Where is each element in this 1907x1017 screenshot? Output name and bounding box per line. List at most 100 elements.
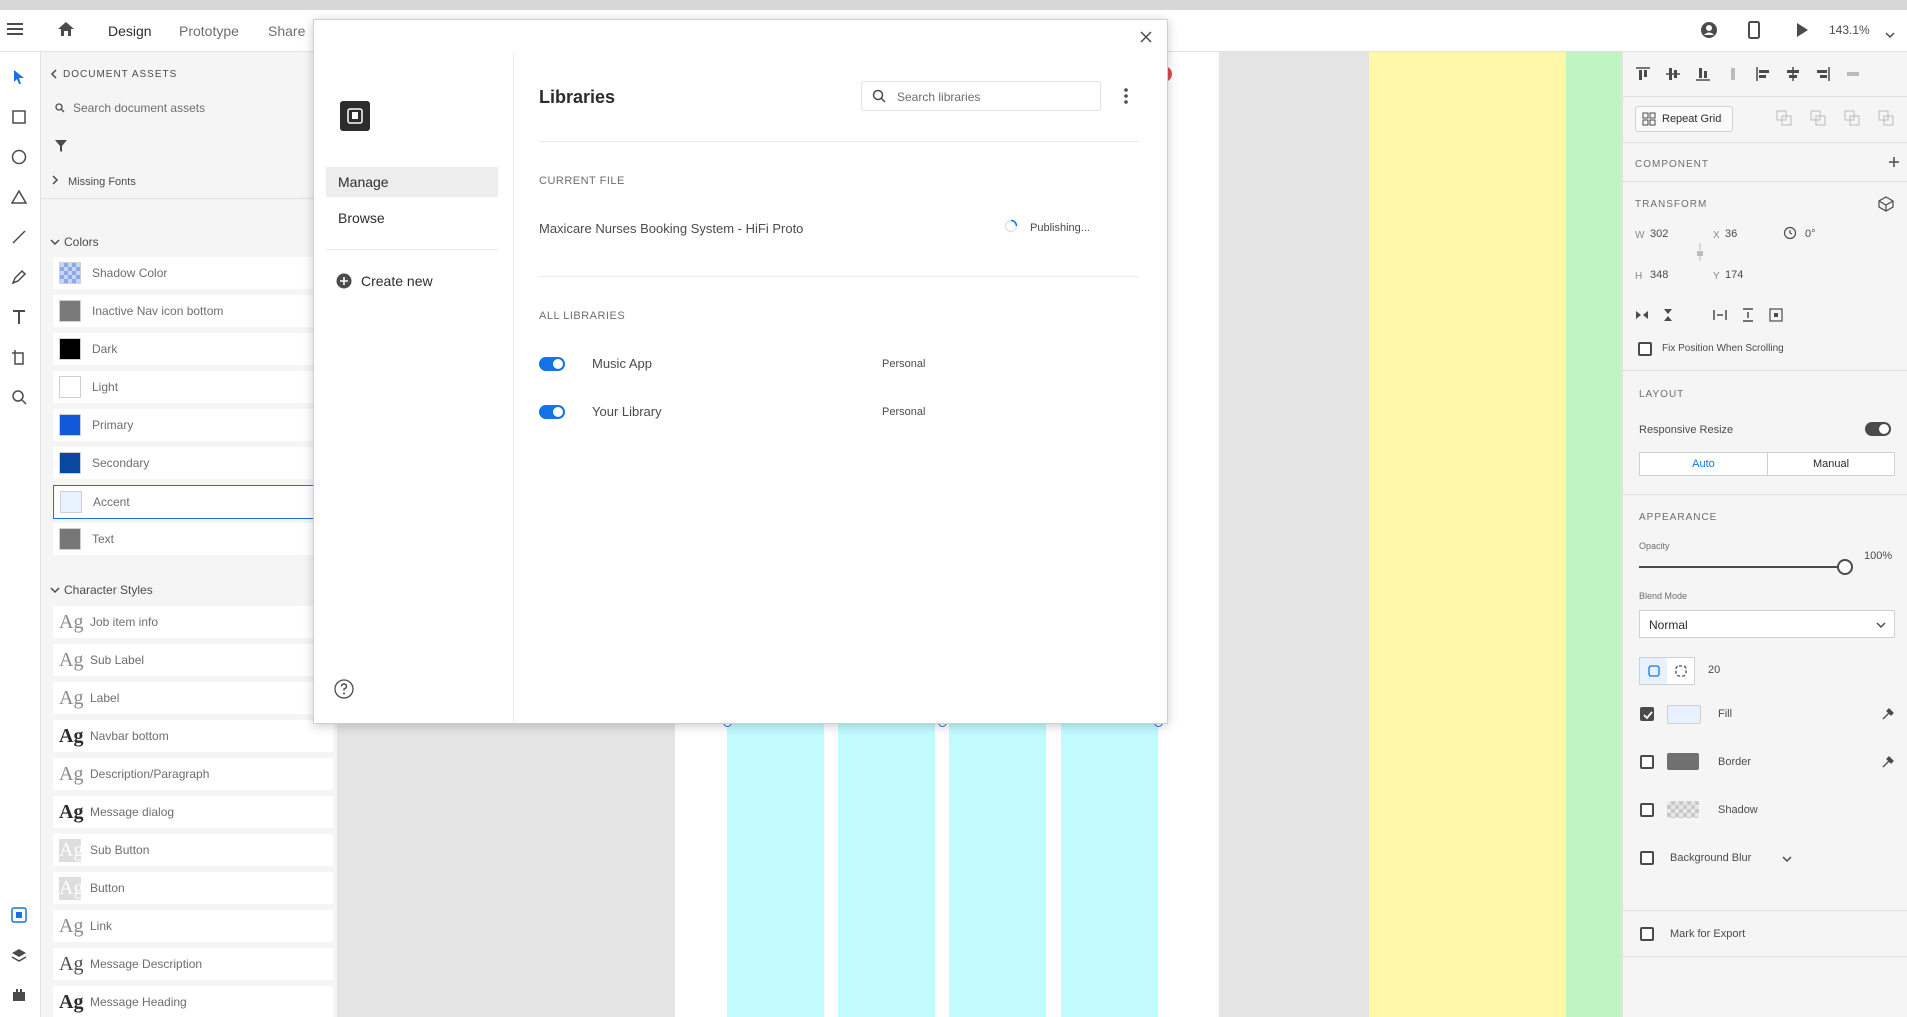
width-input[interactable]: 302 [1650,228,1668,240]
rectangle-tool-icon[interactable] [6,104,32,130]
close-icon[interactable] [1140,31,1152,43]
layers-icon[interactable] [6,942,32,968]
shadow-color-swatch[interactable] [1667,801,1699,818]
line-tool-icon[interactable] [6,224,32,250]
align-right-icon[interactable] [1815,66,1831,82]
shadow-checkbox[interactable] [1640,803,1654,817]
color-swatch-row[interactable]: Inactive Nav icon bottom [53,295,333,327]
character-style-row[interactable]: Ag Link [53,910,333,942]
chevron-down-icon[interactable] [1885,26,1895,44]
ellipse-tool-icon[interactable] [6,144,32,170]
libraries-search-input[interactable]: Search libraries [861,81,1101,111]
play-preview-icon[interactable] [1795,22,1809,43]
nav-browse[interactable]: Browse [326,203,498,233]
select-tool-icon[interactable] [6,64,32,90]
zoom-tool-icon[interactable] [6,384,32,410]
spacing-horizontal-icon[interactable] [1713,308,1727,322]
color-swatch-row[interactable]: Shadow Color [53,257,333,289]
align-middle-icon[interactable] [1665,66,1681,82]
hamburger-menu-icon[interactable] [7,22,23,41]
library-name[interactable]: Your Library [592,404,662,419]
lock-aspect-icon[interactable] [1696,242,1704,262]
align-bottom-icon[interactable] [1695,66,1711,82]
character-styles-section-label[interactable]: Character Styles [64,583,153,597]
auto-button[interactable]: Auto [1640,453,1768,475]
tab-design[interactable]: Design [108,23,152,39]
character-style-row[interactable]: Ag Message dialog [53,796,333,828]
character-style-row[interactable]: Ag Message Description [53,948,333,980]
add-component-icon[interactable] [1888,156,1900,168]
grid-cell[interactable] [949,699,1046,1017]
chevron-down-icon[interactable] [50,238,60,246]
fill-checkbox[interactable] [1640,707,1654,721]
3d-transform-icon[interactable] [1878,196,1894,212]
distribute-vertical-icon[interactable] [1725,66,1741,82]
boolean-exclude-icon[interactable] [1878,110,1894,126]
tab-prototype[interactable]: Prototype [179,23,239,39]
rotation-input[interactable]: 0° [1805,228,1816,240]
manual-button[interactable]: Manual [1768,453,1894,475]
fix-position-checkbox[interactable] [1638,342,1652,356]
opacity-value[interactable]: 100% [1864,550,1892,562]
nav-manage[interactable]: Manage [326,167,498,197]
missing-fonts-section[interactable]: Missing Fonts [68,176,136,188]
zoom-level[interactable]: 143.1% [1829,23,1870,37]
device-preview-icon[interactable] [1748,21,1760,44]
user-account-icon[interactable] [1700,21,1718,44]
align-top-icon[interactable] [1635,66,1651,82]
height-input[interactable]: 348 [1650,269,1668,281]
artboard-green[interactable] [1566,52,1621,1017]
eyedropper-icon[interactable] [1881,755,1895,769]
grid-cell[interactable] [727,699,824,1017]
fill-color-swatch[interactable] [1667,705,1701,724]
align-center-icon[interactable] [1785,66,1801,82]
uniform-radius-button[interactable] [1640,658,1667,684]
color-swatch-row[interactable]: Primary [53,409,333,441]
character-style-row[interactable]: Ag Sub Button [53,834,333,866]
character-style-row[interactable]: Ag Job item info [53,606,333,638]
align-left-icon[interactable] [1755,66,1771,82]
color-swatch-row[interactable]: Secondary [53,447,333,479]
assets-search-input[interactable]: Search document assets [73,101,205,115]
blend-mode-select[interactable]: Normal [1639,610,1895,638]
boolean-intersect-icon[interactable] [1844,110,1860,126]
spacing-vertical-icon[interactable] [1741,308,1755,322]
tab-share[interactable]: Share [268,23,305,39]
opacity-slider-thumb[interactable] [1837,559,1853,575]
more-options-icon[interactable] [1123,87,1129,105]
flip-vertical-icon[interactable] [1661,308,1675,322]
padding-icon[interactable] [1769,308,1783,322]
chevron-right-icon[interactable] [51,175,59,185]
character-style-row[interactable]: Ag Sub Label [53,644,333,676]
y-input[interactable]: 174 [1725,269,1743,281]
border-color-swatch[interactable] [1667,753,1699,770]
flip-horizontal-icon[interactable] [1635,308,1649,322]
music-app-toggle[interactable] [539,357,565,371]
assets-panel-icon[interactable] [6,902,32,928]
distribute-horizontal-icon[interactable] [1845,66,1861,82]
artboard-tool-icon[interactable] [6,344,32,370]
background-blur-checkbox[interactable] [1640,851,1654,865]
chevron-down-icon[interactable] [50,586,60,594]
your-library-toggle[interactable] [539,405,565,419]
home-icon[interactable] [57,21,75,42]
boolean-add-icon[interactable] [1776,110,1792,126]
mark-for-export-checkbox[interactable] [1640,927,1654,941]
artboard-yellow[interactable] [1369,52,1566,1017]
eyedropper-icon[interactable] [1881,707,1895,721]
per-corner-radius-icon[interactable] [1675,665,1687,677]
library-name[interactable]: Music App [592,356,652,371]
polygon-tool-icon[interactable] [6,184,32,210]
corner-radius-input[interactable]: 20 [1708,664,1720,676]
help-icon[interactable] [334,679,354,699]
character-style-row[interactable]: Ag Label [53,682,333,714]
repeat-grid-button[interactable]: Repeat Grid [1635,106,1733,132]
plugins-icon[interactable] [6,982,32,1008]
back-chevron-icon[interactable] [50,69,58,79]
x-input[interactable]: 36 [1725,228,1737,240]
colors-section-label[interactable]: Colors [64,235,99,249]
pen-tool-icon[interactable] [6,264,32,290]
border-checkbox[interactable] [1640,755,1654,769]
boolean-subtract-icon[interactable] [1810,110,1826,126]
color-swatch-row[interactable]: Text [53,523,333,555]
